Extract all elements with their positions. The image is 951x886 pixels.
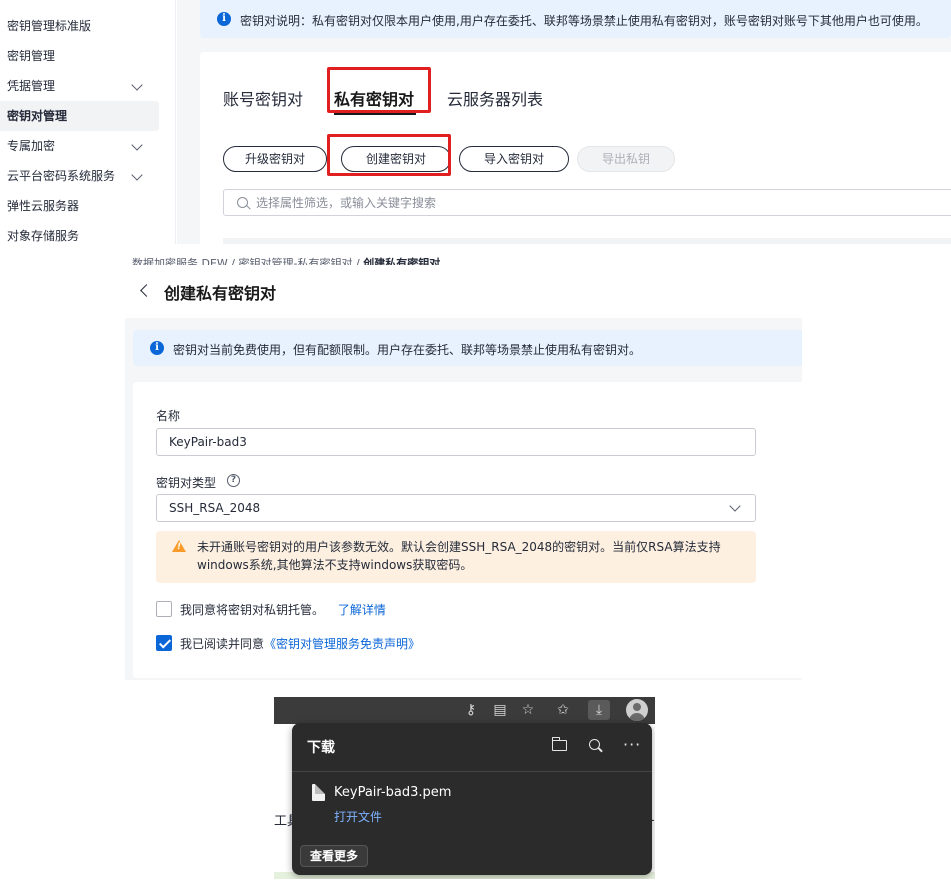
name-input[interactable] <box>156 428 756 456</box>
key-pair-list-card: 账号密钥对 私有密钥对 云服务器列表 升级密钥对 创建密钥对 导入密钥对 导出私… <box>200 52 951 244</box>
quota-notice-text: 密钥对当前免费使用，但有配额限制。用户存在委托、联邦等场景禁止使用私有密钥对。 <box>173 343 642 357</box>
highlight-box-create <box>327 134 451 176</box>
highlight-box-tab <box>327 67 431 113</box>
key-pair-type-label: 密钥对类型 <box>156 476 217 490</box>
see-more-button[interactable]: 查看更多 <box>300 845 369 867</box>
avatar[interactable] <box>626 699 648 721</box>
downloads-panel: 下载 ··· KeyPair-bad3.pem 打开文件 查看更多 <box>292 723 652 875</box>
downloaded-file-name[interactable]: KeyPair-bad3.pem <box>334 785 451 800</box>
open-file-link[interactable]: 打开文件 <box>334 808 382 825</box>
favorites-list-icon[interactable]: ✩ <box>552 700 574 720</box>
sidebar: 密钥管理标准版 密钥管理 凭据管理 密钥对管理 专属加密 云平台密码系统服务 弹… <box>0 0 176 244</box>
active-tab-indicator <box>334 113 416 115</box>
browser-download-screenshot: ⚷ ▤ ☆ ✩ ⤓ 工具 1 下载 ··· KeyPair-bad3.pem 打… <box>274 697 655 879</box>
back-arrow-icon[interactable] <box>140 284 153 297</box>
sidebar-item-kms-standard[interactable]: 密钥管理标准版 <box>0 11 159 41</box>
breadcrumb-current: 创建私有密钥对 <box>363 257 441 265</box>
export-private-key-button[interactable]: 导出私钥 <box>577 146 675 172</box>
info-icon: i <box>217 12 231 26</box>
escrow-checkbox-label: 我同意将密钥对私钥托管。 了解详情 <box>180 603 386 617</box>
info-banner-text: 密钥对说明：私有密钥对仅限本用户使用,用户存在委托、联邦等场景禁止使用私有密钥对… <box>240 14 928 28</box>
breadcrumb-parent[interactable]: 密钥对管理-私有密钥对 <box>239 257 353 265</box>
favorite-star-icon[interactable]: ☆ <box>517 700 539 720</box>
key-pair-type-value: SSH_RSA_2048 <box>169 501 261 515</box>
breadcrumb-root[interactable]: 数据加密服务 DEW <box>132 257 228 265</box>
search-icon[interactable] <box>589 739 600 750</box>
search-filter[interactable] <box>223 189 951 216</box>
sidebar-item-kms[interactable]: 密钥管理 <box>0 41 159 71</box>
help-icon[interactable]: ? <box>227 474 240 487</box>
table-header <box>223 238 951 244</box>
info-icon: i <box>150 341 164 355</box>
sidebar-item-obs[interactable]: 对象存储服务 <box>0 221 159 244</box>
tab-account-key-pairs[interactable]: 账号密钥对 <box>223 86 303 110</box>
search-icon <box>237 197 248 208</box>
sidebar-item-dhsm[interactable]: 专属加密 <box>0 131 159 161</box>
browser-toolbar: ⚷ ▤ ☆ ✩ ⤓ <box>274 697 655 724</box>
sidebar-item-kps[interactable]: 密钥对管理 <box>0 101 159 131</box>
create-form-card: 名称 密钥对类型 ? SSH_RSA_2048 ! 未开通账号密钥对的用户该参数… <box>133 382 802 678</box>
agree-checkbox-label: 我已阅读并同意《密钥对管理服务免责声明》 <box>180 637 421 651</box>
sidebar-item-csms[interactable]: 凭据管理 <box>0 71 159 101</box>
disclaimer-link[interactable]: 《密钥对管理服务免责声明》 <box>264 637 420 651</box>
info-banner: i 密钥对说明：私有密钥对仅限本用户使用,用户存在委托、联邦等场景禁止使用私有密… <box>200 0 951 38</box>
warning-alert: ! 未开通账号密钥对的用户该参数无效。默认会创建SSH_RSA_2048的密钥对… <box>156 531 756 583</box>
divider <box>292 771 652 772</box>
learn-more-link[interactable]: 了解详情 <box>338 603 386 617</box>
folder-icon[interactable] <box>552 737 567 751</box>
chevron-down-icon <box>131 139 143 151</box>
upgrade-key-pair-button[interactable]: 升级密钥对 <box>223 146 327 172</box>
download-icon[interactable]: ⤓ <box>588 700 610 720</box>
sidebar-item-cloud-crypto[interactable]: 云平台密码系统服务 <box>0 161 159 191</box>
chevron-down-icon <box>729 500 741 512</box>
search-input[interactable] <box>256 194 856 212</box>
key-icon[interactable]: ⚷ <box>460 700 482 720</box>
quota-notice: i 密钥对当前免费使用，但有配额限制。用户存在委托、联邦等场景禁止使用私有密钥对… <box>133 330 802 366</box>
key-pair-list-screenshot: 密钥管理标准版 密钥管理 凭据管理 密钥对管理 专属加密 云平台密码系统服务 弹… <box>0 0 951 244</box>
file-icon <box>312 784 325 801</box>
more-options-icon[interactable]: ··· <box>623 735 641 754</box>
agree-checkbox[interactable] <box>156 635 172 651</box>
page-title: 创建私有密钥对 <box>164 284 277 303</box>
create-key-pair-form-screenshot: i 密钥对当前免费使用，但有配额限制。用户存在委托、联邦等场景禁止使用私有密钥对… <box>125 318 802 680</box>
escrow-checkbox[interactable] <box>156 601 172 617</box>
warning-icon: ! <box>172 540 186 552</box>
breadcrumb: 数据加密服务 DEW / 密钥对管理-私有密钥对 / 创建私有密钥对 <box>132 253 440 265</box>
reader-icon[interactable]: ▤ <box>489 700 511 720</box>
key-pair-type-select[interactable]: SSH_RSA_2048 <box>156 494 756 522</box>
import-key-pair-button[interactable]: 导入密钥对 <box>459 146 569 172</box>
chevron-down-icon <box>131 79 143 91</box>
downloads-title: 下载 <box>307 740 335 756</box>
tab-cloud-servers[interactable]: 云服务器列表 <box>447 86 543 110</box>
sidebar-item-ecs[interactable]: 弹性云服务器 <box>0 191 159 221</box>
name-label: 名称 <box>156 409 181 423</box>
warning-text: 未开通账号密钥对的用户该参数无效。默认会创建SSH_RSA_2048的密钥对。当… <box>197 540 721 572</box>
chevron-down-icon <box>131 169 143 181</box>
